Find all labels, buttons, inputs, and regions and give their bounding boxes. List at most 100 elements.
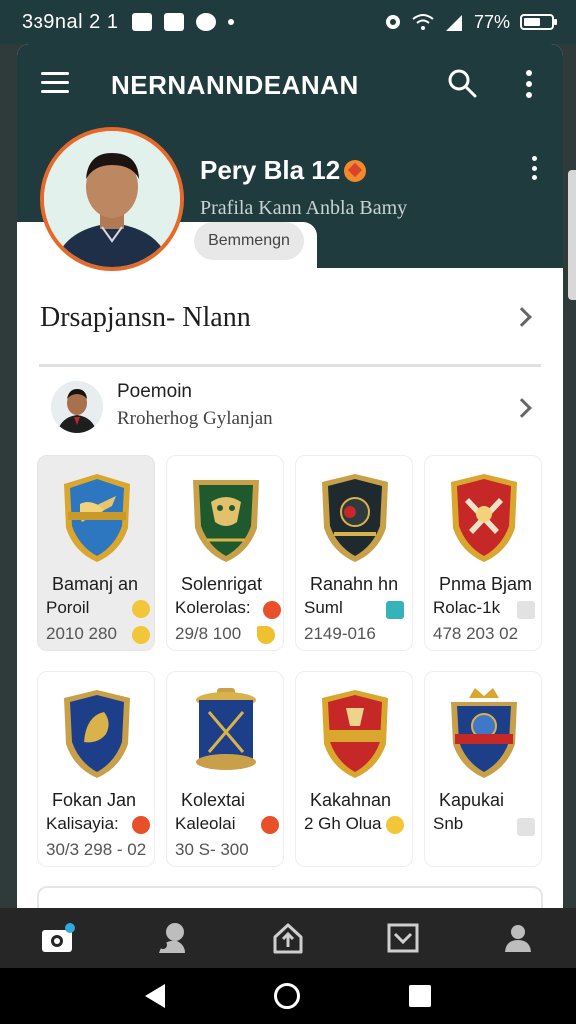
coin-icon (132, 626, 150, 644)
profile-name: Pery Bla 12 (200, 155, 367, 186)
tile-title: Solenrigat (181, 574, 263, 594)
person-icon (505, 925, 532, 952)
tile-meta: 2149-016 (304, 624, 376, 643)
notification-icon (132, 13, 153, 31)
tile-meta: 29/8 100 (175, 624, 242, 643)
tile-subtitle: Kolerolas: (175, 598, 251, 617)
inbox-icon (387, 923, 419, 953)
chevron-right-icon[interactable] (512, 307, 532, 327)
shield-emblem-icon (64, 474, 130, 562)
back-icon[interactable] (144, 984, 165, 1008)
section-title: Drsapjansn- Nlann (40, 302, 251, 333)
tile-title: Bamanj an (52, 574, 139, 594)
shield-emblem-icon (64, 690, 130, 778)
profile-name-text: Pery Bla 12 (200, 155, 341, 185)
overflow-menu-icon[interactable] (526, 70, 532, 98)
person-row-title: Poemoin (117, 381, 192, 402)
badge-tile[interactable]: Kolextai Kaleolai 30 S- 300 (166, 671, 284, 867)
placeholder-icon (517, 818, 535, 836)
person-row-subtitle: Rroherhog Gylanjan (117, 408, 273, 429)
tile-subtitle: Kalisayia: (46, 814, 119, 833)
tile-title: Kolextai (181, 790, 246, 810)
divider (39, 364, 541, 367)
home-button-icon[interactable] (273, 983, 300, 1009)
nav-social[interactable] (153, 918, 193, 958)
placeholder-icon (517, 601, 535, 619)
nav-home[interactable] (268, 918, 308, 958)
profile-chip-button[interactable]: Bemmengn (194, 222, 304, 260)
screen: 3ɜ9nal 2 1 77% NERNANNDEANAN Pery Bla 12… (0, 0, 576, 1024)
tile-subtitle: Poroil (46, 598, 90, 617)
shield-emblem-icon (322, 690, 388, 778)
battery-icon (520, 14, 557, 30)
profile-alt-icon (158, 923, 185, 953)
profile-subtitle: Prafila Kann Anbla Bamy (200, 197, 408, 219)
camera-icon (41, 923, 75, 952)
fire-icon (261, 816, 279, 834)
nav-inbox[interactable] (383, 918, 423, 958)
shield-emblem-icon (451, 688, 517, 778)
tile-title: Kapukai (439, 790, 505, 810)
tile-subtitle: Snb (433, 814, 464, 833)
person-avatar[interactable] (51, 381, 103, 433)
badge-tile[interactable]: Pnma Bjam Rolac-1k 478 203 02 (424, 455, 542, 651)
tile-title: Ranahn hn (310, 574, 399, 594)
scrollbar[interactable] (568, 170, 576, 300)
tile-subtitle: Suml (304, 598, 343, 617)
badge-tile[interactable]: Kapukai Snb (424, 671, 542, 867)
status-bar: 3ɜ9nal 2 1 77% (0, 0, 576, 44)
person-photo-icon (44, 131, 180, 267)
top-app-bar: NERNANNDEANAN (17, 60, 563, 106)
tile-subtitle: 2 Gh Olua (304, 814, 382, 833)
shield-emblem-icon (451, 474, 517, 562)
badge-tile[interactable]: Ranahn hn Suml 2149-016 (295, 455, 413, 651)
status-time: 3ɜ9nal 2 1 (22, 10, 119, 33)
wifi-icon (412, 14, 434, 30)
message-icon (196, 13, 217, 31)
badge-tile[interactable]: Kakahnan 2 Gh Olua (295, 671, 413, 867)
badge-tile[interactable]: Bamanj an Poroil 2010 280 (37, 455, 155, 651)
person-photo-icon (51, 381, 103, 433)
dot-icon (228, 19, 235, 25)
tile-meta: 30 S- 300 (175, 840, 249, 859)
tile-subtitle: Kaleolai (175, 814, 236, 833)
shield-emblem-icon (193, 480, 259, 562)
tile-title: Fokan Jan (52, 790, 137, 810)
alarm-icon (385, 15, 400, 29)
chevron-right-icon[interactable] (512, 398, 532, 418)
shield-emblem-icon (322, 474, 388, 562)
nav-camera[interactable] (38, 918, 78, 958)
tile-title: Kakahnan (310, 790, 392, 810)
bottom-navigation (0, 908, 576, 968)
notification-icon (164, 13, 185, 31)
app-title: NERNANNDEANAN (111, 70, 359, 100)
partial-card[interactable] (37, 886, 543, 910)
badge-tile[interactable]: Fokan Jan Kalisayia: 30/3 298 - 02 (37, 671, 155, 867)
tile-meta: 30/3 298 - 02 (46, 840, 147, 859)
tile-meta: 478 203 02 (433, 624, 519, 643)
home-icon (273, 923, 303, 954)
tile-title: Pnma Bjam (439, 574, 533, 594)
gem-icon (386, 601, 404, 619)
smiley-icon (386, 816, 404, 834)
profile-options-icon[interactable] (531, 156, 537, 180)
banana-icon (257, 626, 275, 644)
status-notification-icons (132, 13, 235, 31)
main-card: NERNANNDEANAN Pery Bla 12 Prafila Kann A… (17, 44, 563, 910)
signal-icon (445, 15, 462, 31)
coin-icon (132, 600, 150, 618)
status-right: 77% (384, 11, 557, 33)
menu-icon[interactable] (41, 72, 69, 94)
battery-percent: 77% (473, 11, 510, 32)
profile-avatar[interactable] (40, 127, 184, 271)
verified-badge-icon (344, 159, 367, 182)
recents-icon[interactable] (409, 985, 432, 1007)
system-navigation (0, 968, 576, 1024)
nav-profile[interactable] (498, 918, 538, 958)
fire-icon (263, 601, 281, 619)
search-icon[interactable] (447, 68, 477, 98)
drum-emblem-icon (196, 688, 256, 770)
tile-meta: 2010 280 (46, 624, 117, 643)
tile-subtitle: Rolac-1k (433, 598, 501, 617)
badge-tile[interactable]: Solenrigat Kolerolas: 29/8 100 (166, 455, 284, 651)
